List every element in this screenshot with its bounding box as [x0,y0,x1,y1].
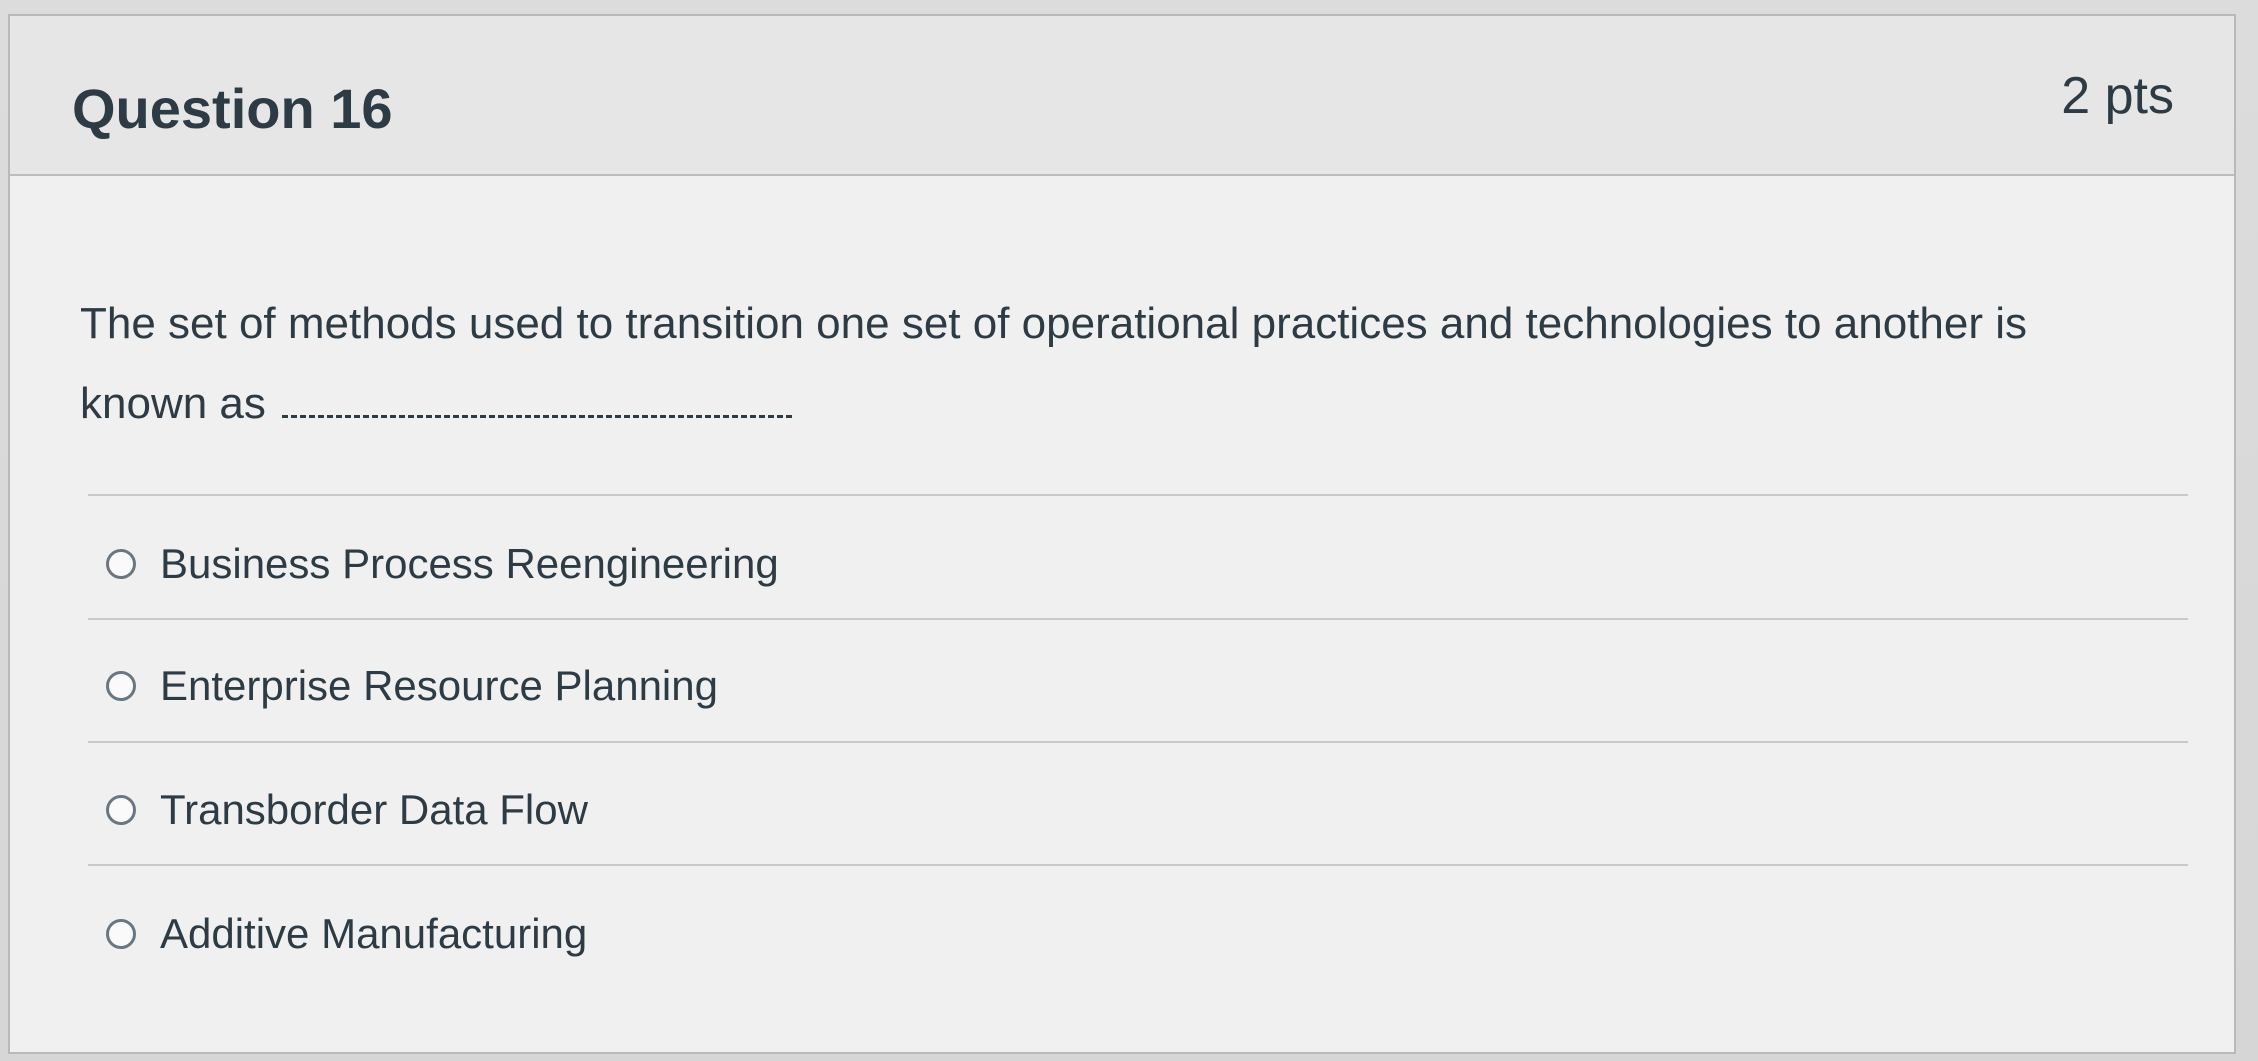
answer-option-1[interactable]: Business Process Reengineering [106,534,779,594]
screen: Question 16 2 pts The set of methods use… [0,0,2258,1061]
answer-option-4[interactable]: Additive Manufacturing [106,904,587,964]
answer-label[interactable]: Transborder Data Flow [160,786,588,834]
answer-label[interactable]: Business Process Reengineering [160,540,779,588]
answer-option-3[interactable]: Transborder Data Flow [106,780,588,840]
divider [88,618,2188,620]
question-text-block: The set of methods used to transition on… [80,284,2080,444]
answer-option-2[interactable]: Enterprise Resource Planning [106,656,718,716]
radio-button-icon[interactable] [106,549,136,579]
answer-label[interactable]: Additive Manufacturing [160,910,587,958]
answer-blank [281,381,792,418]
divider [88,741,2188,743]
divider [88,864,2188,866]
question-card: Question 16 2 pts The set of methods use… [8,14,2236,1054]
question-title: Question 16 [72,77,393,140]
question-points: 2 pts [2061,67,2174,125]
radio-button-icon[interactable] [106,795,136,825]
radio-button-icon[interactable] [106,919,136,949]
radio-button-icon[interactable] [106,671,136,701]
answer-label[interactable]: Enterprise Resource Planning [160,662,718,710]
question-header: Question 16 2 pts [10,16,2234,176]
divider [88,494,2188,496]
